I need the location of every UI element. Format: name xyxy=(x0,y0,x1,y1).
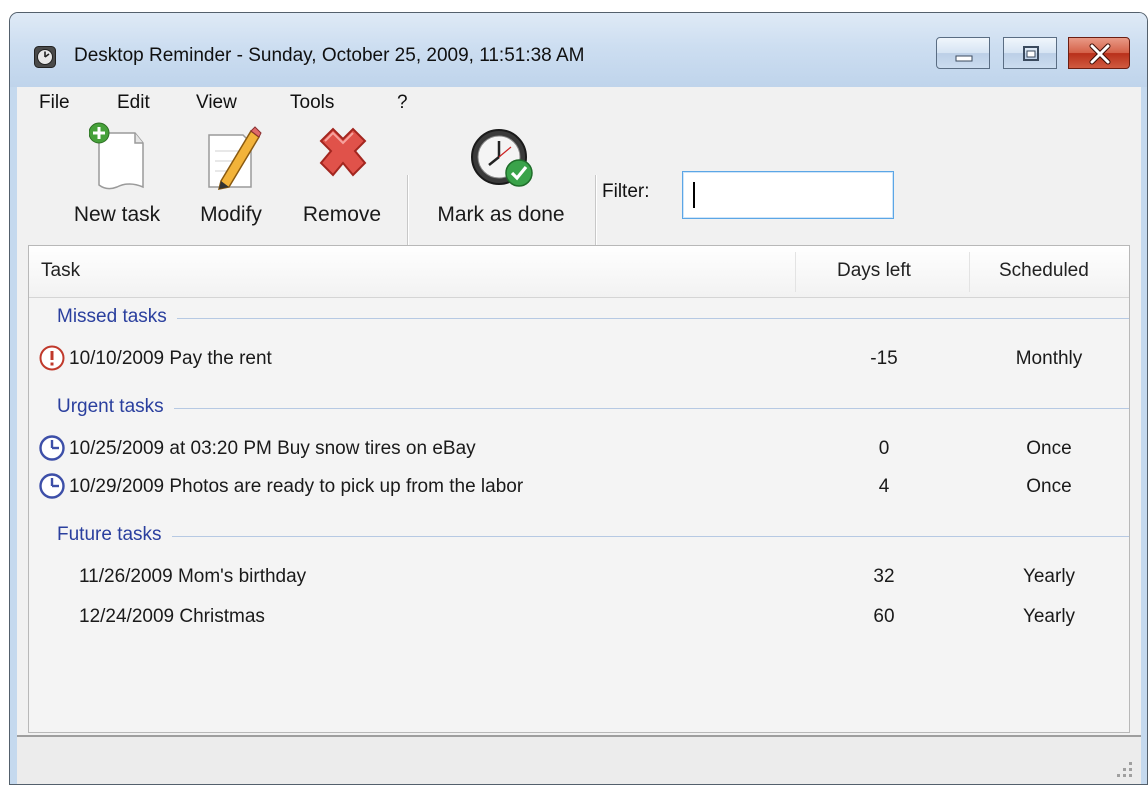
clock-icon xyxy=(39,473,65,499)
menu-edit[interactable]: Edit xyxy=(109,90,158,118)
days-left-value: 60 xyxy=(873,606,895,627)
group-divider xyxy=(57,408,1129,409)
task-row[interactable]: 10/25/2009 at 03:20 PM Buy snow tires on… xyxy=(29,430,1129,466)
column-scheduled[interactable]: Scheduled xyxy=(999,260,1089,282)
days-left-value: 0 xyxy=(878,438,890,459)
header-separator xyxy=(969,252,970,292)
edit-pencil-icon xyxy=(208,126,262,190)
task-text: 11/26/2009 Mom's birthday xyxy=(79,566,307,587)
scheduled-value: Once xyxy=(1026,438,1072,459)
scheduled-value: Once xyxy=(1026,476,1072,497)
toolbar: New task Modify Remove Mark as done xyxy=(17,121,1141,255)
group-divider xyxy=(57,318,1129,319)
new-document-icon xyxy=(89,122,144,190)
remove-label: Remove xyxy=(302,203,382,226)
column-task[interactable]: Task xyxy=(41,260,80,282)
modify-button[interactable]: Modify xyxy=(183,121,279,245)
text-caret xyxy=(693,182,695,208)
days-left-value: 32 xyxy=(873,566,895,587)
mark-as-done-label: Mark as done xyxy=(437,203,565,226)
column-header: Task Days left Scheduled xyxy=(29,246,1129,298)
task-list[interactable]: Task Days left Scheduled Missed tasks 10… xyxy=(28,245,1130,733)
header-separator xyxy=(795,252,796,292)
task-text: 10/29/2009 Photos are ready to pick up f… xyxy=(69,476,524,497)
maximize-button[interactable] xyxy=(1003,37,1057,69)
menu-view[interactable]: View xyxy=(188,90,245,118)
task-row[interactable]: 10/29/2009 Photos are ready to pick up f… xyxy=(29,468,1129,504)
column-days-left[interactable]: Days left xyxy=(837,260,911,282)
filter-input[interactable] xyxy=(682,171,894,219)
menu-bar: File Edit View Tools ? xyxy=(17,87,1141,121)
scheduled-value: Yearly xyxy=(1022,606,1076,627)
clock-icon xyxy=(39,435,65,461)
new-task-button[interactable]: New task xyxy=(61,121,173,245)
filter-label: Filter: xyxy=(602,181,650,202)
group-future-tasks[interactable]: Future tasks xyxy=(57,524,172,546)
menu-file[interactable]: File xyxy=(31,90,78,118)
days-left-value: -15 xyxy=(870,348,898,369)
task-row[interactable]: 12/24/2009 Christmas 60 Yearly xyxy=(29,598,1129,634)
client-area: File Edit View Tools ? New task Modify R… xyxy=(17,87,1141,784)
close-icon xyxy=(1089,43,1111,65)
minimize-icon xyxy=(955,55,973,62)
remove-button[interactable]: Remove xyxy=(289,121,395,245)
toolbar-separator xyxy=(407,175,409,255)
app-clock-icon xyxy=(34,46,56,68)
resize-grip-icon[interactable] xyxy=(1113,758,1135,780)
close-button[interactable] xyxy=(1068,37,1130,69)
scheduled-value: Yearly xyxy=(1022,566,1076,587)
exclamation-icon xyxy=(39,345,65,371)
status-bar xyxy=(17,735,1141,784)
scheduled-value: Monthly xyxy=(1015,348,1083,369)
toolbar-separator xyxy=(595,175,597,255)
maximize-icon xyxy=(1023,46,1039,61)
minimize-button[interactable] xyxy=(936,37,990,69)
task-row[interactable]: 10/10/2009 Pay the rent -15 Monthly xyxy=(29,340,1129,376)
task-row[interactable]: 11/26/2009 Mom's birthday 32 Yearly xyxy=(29,558,1129,594)
mark-as-done-button[interactable]: Mark as done xyxy=(421,121,581,245)
remove-x-icon xyxy=(319,127,367,177)
title-bar[interactable]: Desktop Reminder - Sunday, October 25, 2… xyxy=(10,13,1147,87)
task-text: 12/24/2009 Christmas xyxy=(79,606,265,627)
new-task-label: New task xyxy=(73,203,161,226)
task-text: 10/10/2009 Pay the rent xyxy=(69,348,272,369)
group-missed-tasks[interactable]: Missed tasks xyxy=(57,306,177,328)
modify-label: Modify xyxy=(200,203,262,226)
task-text: 10/25/2009 at 03:20 PM Buy snow tires on… xyxy=(69,438,476,459)
app-window: Desktop Reminder - Sunday, October 25, 2… xyxy=(9,12,1148,785)
days-left-value: 4 xyxy=(878,476,890,497)
group-divider xyxy=(57,536,1129,537)
window-title: Desktop Reminder - Sunday, October 25, 2… xyxy=(74,45,585,66)
group-urgent-tasks[interactable]: Urgent tasks xyxy=(57,396,174,418)
menu-help[interactable]: ? xyxy=(389,90,416,118)
menu-tools[interactable]: Tools xyxy=(282,90,342,118)
clock-checkmark-icon xyxy=(471,129,533,187)
